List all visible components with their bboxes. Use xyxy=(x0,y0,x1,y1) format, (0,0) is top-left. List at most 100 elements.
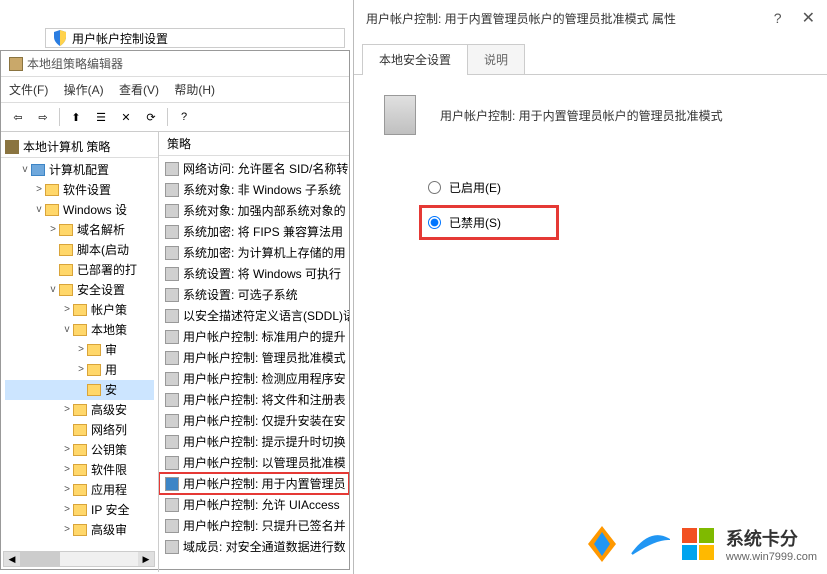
help-button[interactable]: ? xyxy=(173,106,195,128)
refresh-button[interactable]: ⟳ xyxy=(140,106,162,128)
policy-item[interactable]: 用户帐户控制: 提示提升时切换 xyxy=(159,431,349,452)
tree-expand-icon[interactable]: > xyxy=(61,300,73,320)
tree-expand-icon[interactable]: > xyxy=(61,480,73,500)
policy-item[interactable]: 用户帐户控制: 只提升已签名并 xyxy=(159,515,349,536)
scroll-track[interactable] xyxy=(60,552,138,566)
help-button[interactable]: ? xyxy=(774,10,782,26)
tree-item[interactable]: > IP 安全 xyxy=(5,500,154,520)
tree-item-label: 帐户策 xyxy=(91,300,127,320)
policy-item[interactable]: 域成员: 对安全通道数据进行数 xyxy=(159,536,349,557)
policy-item-icon xyxy=(165,414,179,428)
gpedit-window: 本地组策略编辑器 文件(F) 操作(A) 查看(V) 帮助(H) ⇦ ⇨ ⬆ ☰… xyxy=(0,50,350,570)
tree-item[interactable]: >公钥策 xyxy=(5,440,154,460)
tree-button[interactable]: ☰ xyxy=(90,106,112,128)
forward-button[interactable]: ⇨ xyxy=(32,106,54,128)
tree-expand-icon[interactable]: v xyxy=(47,280,59,300)
tree-item-label: 安全设置 xyxy=(77,280,125,300)
scroll-thumb[interactable] xyxy=(20,552,60,566)
policy-item[interactable]: 用户帐户控制: 仅提升安装在安 xyxy=(159,410,349,431)
tree-item[interactable]: >审 xyxy=(5,340,154,360)
tree-expand-icon[interactable]: > xyxy=(61,440,73,460)
tree-item-label: 安 xyxy=(105,380,117,400)
policy-item[interactable]: 用户帐户控制: 标准用户的提升 xyxy=(159,326,349,347)
policy-item-icon xyxy=(165,267,179,281)
policy-item-label: 用户帐户控制: 只提升已签名并 xyxy=(183,517,346,534)
policy-item[interactable]: 系统加密: 为计算机上存储的用 xyxy=(159,242,349,263)
policy-item[interactable]: 以安全描述符定义语言(SDDL)语 xyxy=(159,305,349,326)
tree-item[interactable]: > 域名解析 xyxy=(5,220,154,240)
tree-expand-icon[interactable]: > xyxy=(75,340,87,360)
policy-item[interactable]: 系统对象: 非 Windows 子系统 xyxy=(159,179,349,200)
list-pane: 策略 网络访问: 允许匿名 SID/名称转系统对象: 非 Windows 子系统… xyxy=(159,132,349,572)
tree-item[interactable]: > 帐户策 xyxy=(5,300,154,320)
folder-icon xyxy=(45,204,59,216)
policy-item[interactable]: 用户帐户控制: 管理员批准模式 xyxy=(159,347,349,368)
radio-disabled[interactable]: 已禁用(S) xyxy=(424,210,554,235)
lock-icon xyxy=(73,324,87,336)
tree-item[interactable]: 安 xyxy=(5,380,154,400)
policy-item-label: 用户帐户控制: 标准用户的提升 xyxy=(183,328,346,345)
tree-expand-icon[interactable]: > xyxy=(61,520,73,540)
policy-item[interactable]: 系统设置: 可选子系统 xyxy=(159,284,349,305)
scroll-left-arrow[interactable]: ◀ xyxy=(4,552,20,566)
up-button[interactable]: ⬆ xyxy=(65,106,87,128)
radio-enabled-input[interactable] xyxy=(428,181,441,194)
gpedit-titlebar: 本地组策略编辑器 xyxy=(1,51,349,77)
tab-explain[interactable]: 说明 xyxy=(467,44,525,75)
tree-expand-icon[interactable]: v xyxy=(61,320,73,340)
tree-item[interactable]: >软件设置 xyxy=(5,180,154,200)
horizontal-scrollbar[interactable]: ◀ ▶ xyxy=(3,551,155,567)
tree-item[interactable]: 网络列 xyxy=(5,420,154,440)
radio-disabled-input[interactable] xyxy=(428,216,441,229)
tree-item[interactable]: v本地策 xyxy=(5,320,154,340)
tree-header[interactable]: 本地计算机 策略 xyxy=(1,136,158,158)
policy-item[interactable]: 系统加密: 将 FIPS 兼容算法用 xyxy=(159,221,349,242)
tree-item-label: IP 安全 xyxy=(91,500,129,520)
tree-item[interactable]: >用 xyxy=(5,360,154,380)
policy-item[interactable]: 用户帐户控制: 允许 UIAccess xyxy=(159,494,349,515)
policy-item[interactable]: 用户帐户控制: 将文件和注册表 xyxy=(159,389,349,410)
tree-item[interactable]: 脚本(启动 xyxy=(5,240,154,260)
tab-security-settings[interactable]: 本地安全设置 xyxy=(362,44,468,75)
menu-help[interactable]: 帮助(H) xyxy=(174,81,215,98)
policy-item-icon xyxy=(165,246,179,260)
tree-expand-icon[interactable]: v xyxy=(19,160,31,180)
tree-item[interactable]: 已部署的打 xyxy=(5,260,154,280)
tree-item[interactable]: vWindows 设 xyxy=(5,200,154,220)
radio-enabled[interactable]: 已启用(E) xyxy=(424,175,797,200)
tree-expand-icon[interactable]: > xyxy=(61,400,73,420)
computer-icon xyxy=(31,164,45,176)
menu-action[interactable]: 操作(A) xyxy=(64,81,104,98)
tree-item[interactable]: >高级审 xyxy=(5,520,154,540)
close-button[interactable]: ✕ xyxy=(802,8,815,28)
policy-item[interactable]: 用户帐户控制: 用于内置管理员 xyxy=(159,473,349,494)
policy-item[interactable]: 用户帐户控制: 以管理员批准模 xyxy=(159,452,349,473)
tree-expand-icon[interactable]: > xyxy=(61,500,73,520)
watermark-text-block: 系统卡分 www.win7999.com xyxy=(726,525,817,563)
tree-item[interactable]: >应用程 xyxy=(5,480,154,500)
back-button[interactable]: ⇦ xyxy=(7,106,29,128)
tree-item[interactable]: v计算机配置 xyxy=(5,160,154,180)
tree-item[interactable]: >软件限 xyxy=(5,460,154,480)
tree-expand-icon[interactable]: > xyxy=(47,220,59,240)
tree-item[interactable]: >高级安 xyxy=(5,400,154,420)
policy-item-icon xyxy=(165,330,179,344)
tree-item[interactable]: v 安全设置 xyxy=(5,280,154,300)
policy-item[interactable]: 网络访问: 允许匿名 SID/名称转 xyxy=(159,158,349,179)
policy-item-label: 用户帐户控制: 允许 UIAccess xyxy=(183,496,340,513)
tree-expand-icon[interactable]: v xyxy=(33,200,45,220)
tree-expand-icon[interactable]: > xyxy=(61,460,73,480)
menu-file[interactable]: 文件(F) xyxy=(9,81,48,98)
scroll-right-arrow[interactable]: ▶ xyxy=(138,552,154,566)
policy-item[interactable]: 系统设置: 将 Windows 可执行 xyxy=(159,263,349,284)
tree-expand-icon[interactable]: > xyxy=(33,180,45,200)
tree-item-label: 域名解析 xyxy=(77,220,125,240)
export-button[interactable]: ✕ xyxy=(115,106,137,128)
policy-item-label: 用户帐户控制: 以管理员批准模 xyxy=(183,454,346,471)
tree-expand-icon[interactable]: > xyxy=(75,360,87,380)
menu-view[interactable]: 查看(V) xyxy=(119,81,159,98)
policy-item[interactable]: 系统对象: 加强内部系统对象的 xyxy=(159,200,349,221)
policy-item[interactable]: 用户帐户控制: 检测应用程序安 xyxy=(159,368,349,389)
lock-icon xyxy=(73,304,87,316)
list-header[interactable]: 策略 xyxy=(159,132,349,156)
